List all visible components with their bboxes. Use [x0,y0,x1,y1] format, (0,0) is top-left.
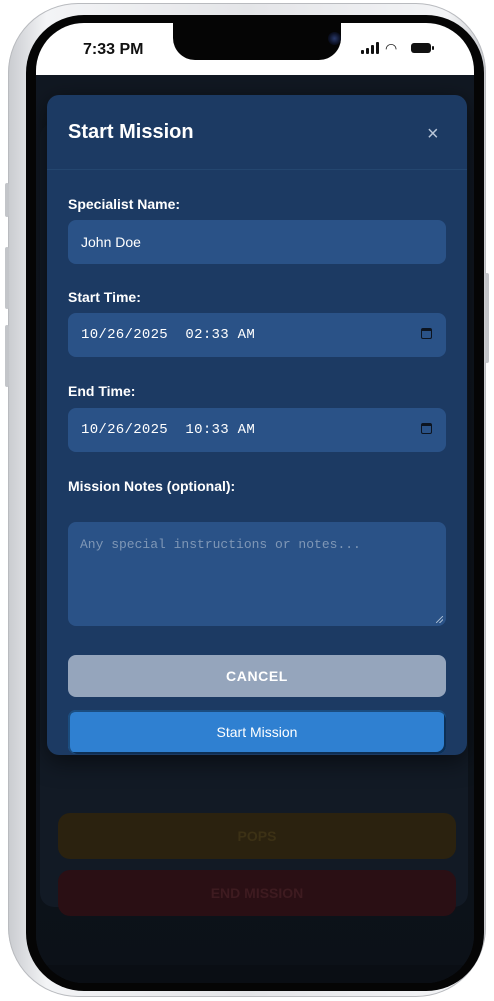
mission-notes-textarea[interactable]: Any special instructions or notes... [68,522,446,626]
end-mission-button[interactable]: END MISSION [58,870,456,916]
side-button-mute [5,183,9,217]
bottom-area [36,965,474,983]
end-time-input[interactable]: 10/26/2025 10:33 AM [68,408,446,452]
end-time-value: 10/26/2025 10:33 AM [81,422,256,438]
modal-title: Start Mission [68,121,194,143]
mission-notes-placeholder: Any special instructions or notes... [80,537,361,552]
side-button-power [485,273,489,363]
modal-header: Start Mission × [47,95,467,170]
camera-icon [328,32,341,45]
end-time-label: End Time: [68,383,136,399]
start-time-input[interactable]: 10/26/2025 02:33 AM [68,313,446,357]
notch [173,23,341,60]
start-time-value: 10/26/2025 02:33 AM [81,327,256,343]
start-mission-modal: Start Mission × Specialist Name: John Do… [47,95,467,755]
pops-button[interactable]: POPS [58,813,456,859]
status-time: 7:33 PM [83,41,144,58]
resize-handle-icon[interactable] [436,616,443,623]
side-button-volume-down [5,325,9,387]
close-icon[interactable]: × [427,123,439,146]
wifi-icon: ◠ [385,40,398,56]
cancel-button[interactable]: CANCEL [68,655,446,697]
start-time-label: Start Time: [68,289,141,305]
phone-screen: 7:33 PM ◠ POPS END MISSION Start Mission… [36,23,474,983]
specialist-name-value: John Doe [81,234,141,250]
calendar-icon[interactable] [421,423,432,434]
phone-frame: 7:33 PM ◠ POPS END MISSION Start Mission… [5,3,489,997]
start-mission-button[interactable]: Start Mission [68,710,446,754]
calendar-icon[interactable] [421,328,432,339]
mission-notes-label: Mission Notes (optional): [68,478,236,494]
cellular-signal-icon [361,42,381,54]
battery-icon [411,43,434,53]
specialist-name-input[interactable]: John Doe [68,220,446,264]
specialist-name-label: Specialist Name: [68,196,181,212]
side-button-volume-up [5,247,9,309]
